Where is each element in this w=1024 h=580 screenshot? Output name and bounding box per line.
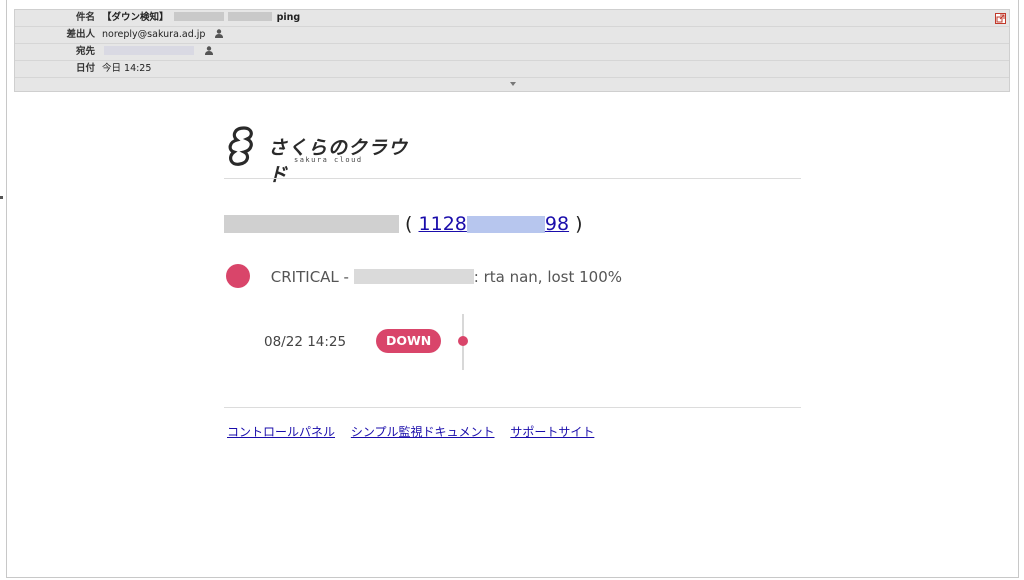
redacted-text (173, 12, 224, 21)
popout-icon[interactable] (995, 13, 1006, 24)
subject-prefix: 【ダウン検知】 (102, 12, 169, 23)
server-id-link[interactable]: 1128 98 (419, 213, 570, 235)
alert-status: CRITICAL - : rta nan, lost 100% (226, 264, 622, 288)
subject-label: 件名 (75, 12, 95, 23)
to-label: 宛先 (75, 46, 95, 57)
control-panel-link[interactable]: コントロールパネル (227, 425, 335, 439)
footer-links: コントロールパネル シンプル監視ドキュメント サポートサイト (227, 423, 606, 440)
redacted-text (104, 46, 194, 55)
sakura-cloud-logo: さくらのクラウド sakura cloud (224, 122, 424, 186)
mail-header: 件名 【ダウン検知】 ping 差出人 noreply@sakura.ad.jp… (14, 9, 1010, 92)
redacted-server-name (224, 215, 399, 233)
support-site-link[interactable]: サポートサイト (510, 425, 594, 439)
sakura-logo-icon (228, 126, 253, 166)
divider (224, 178, 801, 179)
brand-sub: sakura cloud (294, 156, 363, 164)
to-value[interactable] (102, 44, 214, 60)
person-icon[interactable] (205, 46, 214, 55)
subject-suffix: ping (276, 12, 301, 23)
from-label: 差出人 (66, 29, 95, 40)
divider (224, 407, 801, 408)
header-expand[interactable] (15, 78, 1009, 92)
to-row: 宛先 (15, 44, 1009, 61)
alert-level: CRITICAL - (270, 268, 349, 286)
date-value: 今日 14:25 (102, 63, 152, 74)
from-address: noreply@sakura.ad.jp (102, 29, 206, 40)
close-paren: ) (575, 213, 583, 235)
subject-row: 件名 【ダウン検知】 ping (15, 10, 1009, 27)
open-paren: ( (405, 213, 413, 235)
from-row: 差出人 noreply@sakura.ad.jp (15, 27, 1009, 44)
alert-message: : rta nan, lost 100% (473, 268, 623, 286)
from-value[interactable]: noreply@sakura.ad.jp (102, 27, 223, 43)
date-label: 日付 (75, 63, 95, 74)
person-icon[interactable] (214, 29, 223, 38)
chevron-down-icon[interactable] (510, 82, 516, 86)
redacted-text (227, 12, 272, 21)
down-badge: DOWN (376, 329, 442, 353)
timeline-dot-icon (458, 336, 468, 346)
date-row: 日付 今日 14:25 (15, 61, 1009, 78)
server-line: ( 1128 98 ) (224, 213, 583, 235)
event-timeline: 08/22 14:25 DOWN (264, 314, 524, 370)
redacted-host (353, 269, 474, 284)
subject-value: 【ダウン検知】 ping (102, 10, 300, 26)
event-time: 08/22 14:25 (264, 334, 347, 350)
simple-monitor-docs-link[interactable]: シンプル監視ドキュメント (351, 425, 495, 439)
scroll-mark (0, 196, 3, 199)
critical-dot-icon (226, 264, 250, 288)
